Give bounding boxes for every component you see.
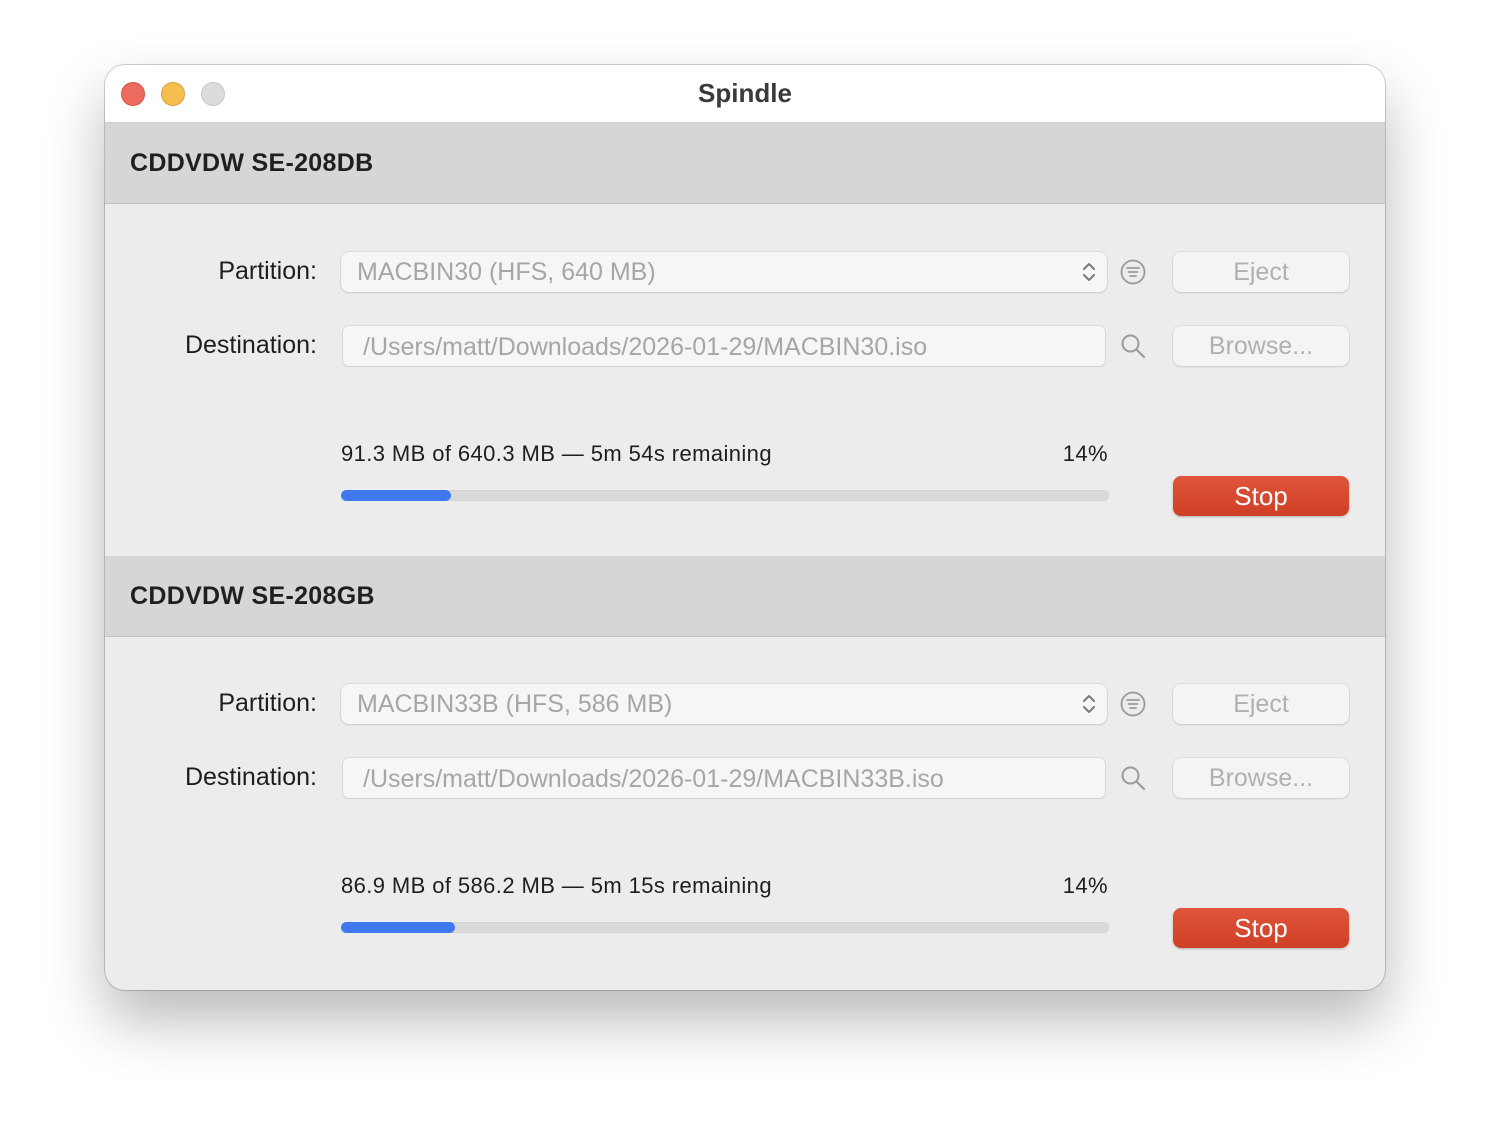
progress-percent: 14%: [1062, 441, 1108, 466]
destination-field[interactable]: /Users/matt/Downloads/2026-01-29/MACBIN3…: [343, 758, 1105, 798]
app-window: Spindle CDDVDW SE-208DB Partition: MACBI…: [105, 65, 1385, 990]
destination-label: Destination:: [184, 331, 317, 359]
chevron-up-down-icon: [1083, 695, 1095, 713]
destination-value: /Users/matt/Downloads/2026-01-29/MACBIN3…: [363, 333, 928, 361]
partition-popup[interactable]: MACBIN30 (HFS, 640 MB): [341, 252, 1107, 292]
progress-status-text: 91.3 MB of 640.3 MB — 5m 54s remaining: [341, 441, 772, 466]
progress-bar: [341, 922, 1109, 933]
chevron-up-down-icon: [1083, 263, 1095, 281]
drive-name: CDDVDW SE-208DB: [130, 149, 374, 177]
drive-header: CDDVDW SE-208GB: [105, 556, 1385, 637]
drive-header: CDDVDW SE-208DB: [105, 123, 1385, 204]
partition-value: MACBIN30 (HFS, 640 MB): [357, 258, 656, 286]
progress-fill: [341, 922, 455, 933]
progress-status-text: 86.9 MB of 586.2 MB — 5m 15s remaining: [341, 873, 772, 898]
destination-value: /Users/matt/Downloads/2026-01-29/MACBIN3…: [363, 765, 944, 793]
progress-bar: [341, 490, 1109, 501]
eject-button[interactable]: Eject: [1173, 684, 1349, 724]
destination-label: Destination:: [184, 763, 317, 791]
list-circle-icon[interactable]: [1119, 258, 1147, 286]
stop-button[interactable]: Stop: [1173, 476, 1349, 516]
stop-button[interactable]: Stop: [1173, 908, 1349, 948]
window-title: Spindle: [698, 78, 792, 108]
partition-label: Partition:: [218, 689, 317, 717]
browse-button[interactable]: Browse...: [1173, 326, 1349, 366]
magnifier-icon[interactable]: [1119, 332, 1147, 360]
drive-name: CDDVDW SE-208GB: [130, 582, 375, 610]
list-circle-icon[interactable]: [1119, 690, 1147, 718]
partition-popup[interactable]: MACBIN33B (HFS, 586 MB): [341, 684, 1107, 724]
title-bar: Spindle: [105, 65, 1385, 123]
progress-fill: [341, 490, 451, 501]
destination-field[interactable]: /Users/matt/Downloads/2026-01-29/MACBIN3…: [343, 326, 1105, 366]
progress-percent: 14%: [1062, 873, 1108, 898]
partition-value: MACBIN33B (HFS, 586 MB): [357, 690, 673, 718]
browse-button[interactable]: Browse...: [1173, 758, 1349, 798]
magnifier-icon[interactable]: [1119, 764, 1147, 792]
partition-label: Partition:: [218, 257, 317, 285]
eject-button[interactable]: Eject: [1173, 252, 1349, 292]
